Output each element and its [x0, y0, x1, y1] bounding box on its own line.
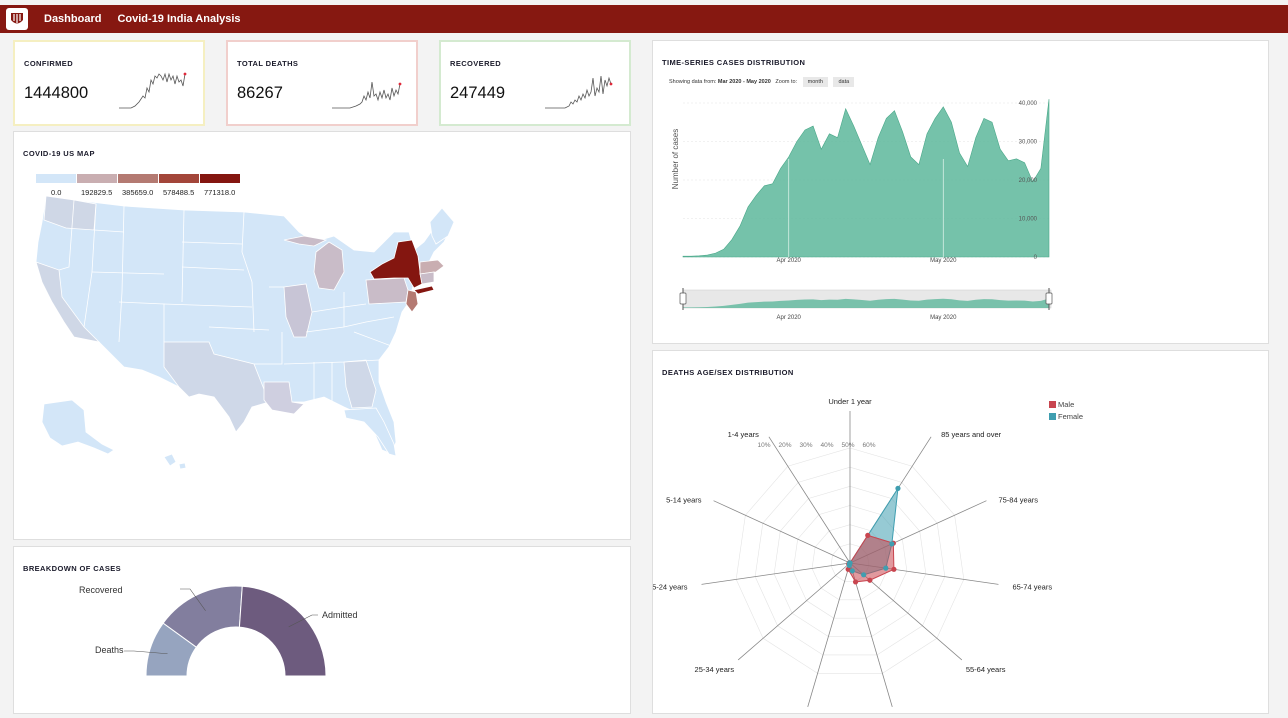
timeseries-ylabel: Number of cases: [671, 129, 680, 189]
donut-label-deaths: Deaths: [95, 645, 124, 655]
kpi-recovered-card: RECOVERED 247449: [439, 40, 631, 126]
map-state-pennsylvania[interactable]: [365, 277, 409, 305]
radar-axis: [807, 562, 851, 708]
radar-axis-label: 25-34 years: [695, 665, 735, 674]
map-state-new-jersey[interactable]: [405, 289, 419, 313]
navigator-xtick-label: Apr 2020: [777, 315, 802, 321]
radar-axis: [701, 562, 851, 585]
map-state-long-island[interactable]: [413, 285, 435, 295]
radar-axis-label: 1-4 years: [728, 430, 760, 439]
radar-point[interactable]: [865, 532, 871, 538]
radar-series-male[interactable]: [847, 534, 895, 583]
radar-point[interactable]: [883, 565, 889, 571]
kpi-recovered-value: 247449: [450, 84, 506, 102]
radar-rtick-label: 40%: [820, 442, 833, 449]
radar-rtick-label: 60%: [862, 442, 875, 449]
kpi-deaths-value: 86267: [237, 84, 283, 102]
timeseries-panel: TIME-SERIES CASES DISTRIBUTION Showing d…: [652, 40, 1269, 344]
legend-swatch-female: [1049, 413, 1056, 420]
map-state-connecticut[interactable]: [419, 271, 435, 285]
radar-point[interactable]: [849, 568, 855, 574]
radar-point[interactable]: [852, 579, 859, 585]
ts-xtick-label: Apr 2020: [777, 258, 802, 264]
radar-panel: DEATHS AGE/SEX DISTRIBUTION Under 1 year…: [652, 350, 1269, 715]
radar-point[interactable]: [889, 541, 895, 547]
radar-rtick-label: 10%: [757, 442, 770, 449]
legend-label-female: Female: [1058, 412, 1083, 421]
radar-axis: [849, 562, 893, 708]
radar-axis-label: Under 1 year: [828, 397, 872, 406]
map-state-alaska[interactable]: [41, 399, 115, 455]
ts-ytick-label: 20,000: [1019, 178, 1038, 184]
radar-axis-label: 85 years and over: [941, 430, 1002, 439]
kpi-deaths-title: TOTAL DEATHS: [237, 59, 299, 68]
navigator-xtick-label: May 2020: [930, 315, 957, 321]
nav-dashboard-link[interactable]: Dashboard: [44, 13, 101, 25]
app-logo-icon[interactable]: [6, 8, 28, 30]
radar-rtick-label: 50%: [841, 442, 854, 449]
radar-chart: Under 1 year 85 years and over 75-84 years…: [653, 397, 1083, 715]
kpi-deaths-sparkline: [332, 81, 402, 109]
donut-slice-admitted[interactable]: [238, 585, 327, 677]
radar-axis-label: 75-84 years: [998, 496, 1038, 505]
breakdown-panel: BREAKDOWN OF CASES Deaths Recovered Admitt…: [13, 546, 631, 714]
radar-point[interactable]: [895, 485, 901, 491]
donut-label-admitted: Admitted: [322, 610, 358, 620]
radar-point[interactable]: [861, 572, 867, 578]
timeseries-area: [682, 99, 1050, 258]
radar-point[interactable]: [891, 566, 897, 572]
ts-xtick-label: May 2020: [930, 258, 957, 264]
radar-rtick-label: 20%: [778, 442, 791, 449]
radar-rtick-label: 30%: [799, 442, 812, 449]
map-state-hawaii-2[interactable]: [178, 462, 187, 470]
radar-axis-label: 65-74 years: [1012, 582, 1052, 591]
radar-axis-label: 55-64 years: [966, 665, 1006, 674]
radar-axis-label: 45-54 years: [876, 714, 916, 715]
legend-label-male: Male: [1058, 400, 1074, 409]
donut-label-recovered: Recovered: [79, 585, 123, 595]
us-choropleth-map: [35, 195, 455, 470]
kpi-confirmed-sparkline: [119, 72, 187, 109]
breakdown-donut-chart: Deaths Recovered Admitted: [79, 585, 358, 677]
radar-axis-label: 5-14 years: [666, 496, 702, 505]
map-state-maine[interactable]: [429, 207, 455, 245]
radar-axis: [737, 562, 851, 661]
timeseries-area-chart: 010,00020,00030,00040,000 Apr 2020 May 20…: [671, 99, 1053, 321]
navigator-left-handle[interactable]: [679, 292, 687, 305]
navigator-right-handle[interactable]: [1045, 292, 1053, 305]
us-map-panel: COVID-19 US MAP 0.0 192829.5 385659.0 57…: [13, 131, 631, 540]
radar-point[interactable]: [847, 560, 853, 566]
kpi-confirmed-title: CONFIRMED: [24, 59, 74, 68]
radar-point[interactable]: [867, 577, 873, 583]
map-state-hawaii[interactable]: [163, 453, 177, 467]
kpi-recovered-sparkline: [545, 75, 613, 109]
nav-analysis-link[interactable]: Covid-19 India Analysis: [117, 13, 240, 25]
legend-swatch-male: [1049, 401, 1056, 408]
kpi-confirmed-value: 1444800: [24, 84, 89, 102]
kpi-confirmed-card: CONFIRMED 1444800: [13, 40, 205, 126]
kpi-deaths-card: TOTAL DEATHS 86267: [226, 40, 418, 126]
kpi-recovered-title: RECOVERED: [450, 59, 502, 68]
ts-ytick-label: 10,000: [1019, 217, 1038, 223]
top-navbar: Dashboard Covid-19 India Analysis: [0, 5, 1288, 33]
ts-ytick-label: 30,000: [1019, 140, 1038, 146]
radar-axis-label: 35-44 years: [784, 714, 824, 715]
ts-ytick-label: 40,000: [1019, 101, 1038, 107]
radar-axis-label: 15-24 years: [653, 582, 688, 591]
